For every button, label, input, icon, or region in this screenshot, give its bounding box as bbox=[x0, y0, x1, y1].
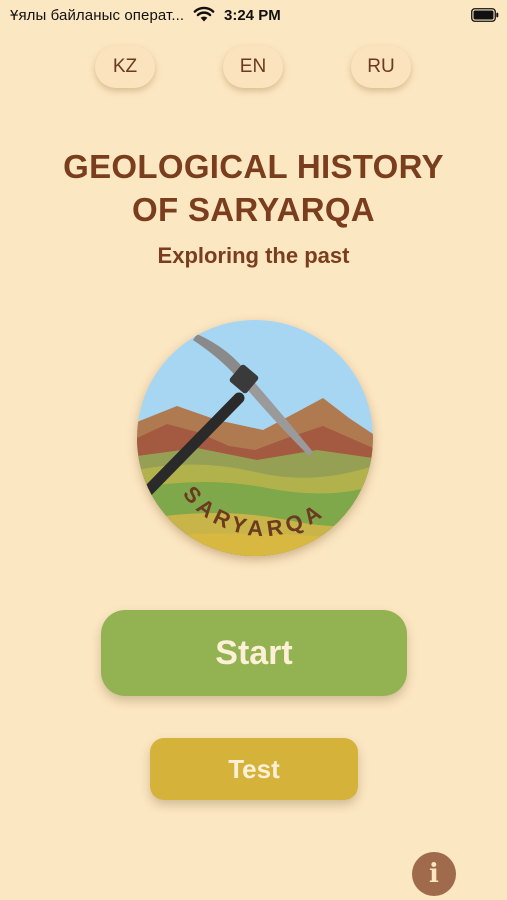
status-bar: Ұялы байланыс операт... 3:24 PM bbox=[0, 0, 507, 30]
start-button[interactable]: Start bbox=[101, 610, 407, 696]
info-button[interactable]: i bbox=[412, 852, 456, 896]
wifi-icon bbox=[193, 6, 215, 22]
test-button-label: Test bbox=[228, 753, 280, 784]
clock: 3:24 PM bbox=[224, 7, 281, 24]
test-button[interactable]: Test bbox=[150, 738, 358, 800]
start-button-label: Start bbox=[215, 633, 293, 672]
saryarqa-logo: SARYARQA bbox=[137, 320, 373, 556]
language-kz-button[interactable]: KZ bbox=[95, 46, 155, 88]
page-subtitle: Exploring the past bbox=[157, 243, 350, 268]
battery-icon bbox=[471, 8, 499, 22]
info-icon: i bbox=[429, 859, 439, 889]
language-ru-button[interactable]: RU bbox=[351, 46, 411, 88]
language-en-label: EN bbox=[239, 56, 267, 77]
language-kz-label: KZ bbox=[112, 56, 138, 77]
language-en-button[interactable]: EN bbox=[223, 46, 283, 88]
carrier-name: Ұялы байланыс операт... bbox=[10, 7, 185, 24]
page-title: GEOLOGICAL HISTORY OF SARYARQA bbox=[0, 145, 507, 231]
language-ru-label: RU bbox=[367, 56, 395, 77]
title-line-1: GEOLOGICAL HISTORY bbox=[63, 148, 444, 185]
title-line-2: OF SARYARQA bbox=[132, 191, 375, 228]
